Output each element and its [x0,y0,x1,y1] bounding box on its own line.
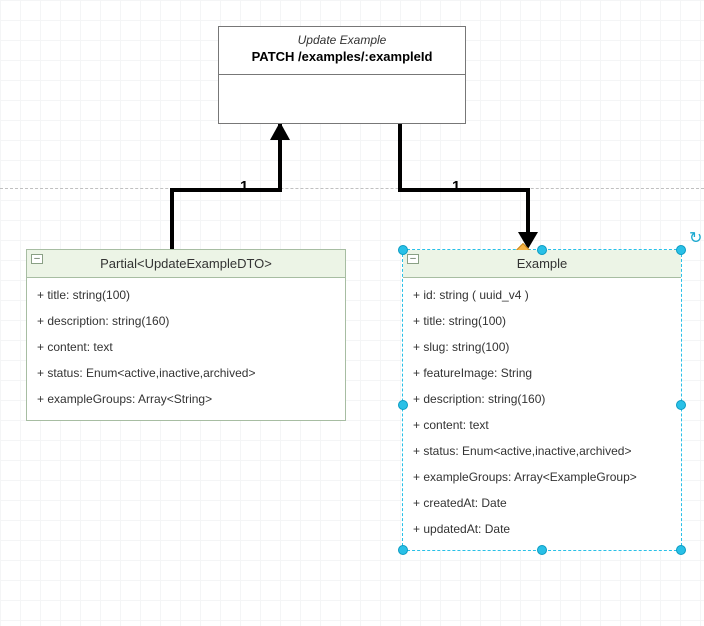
attr: + createdAt: Date [413,490,671,516]
resize-handle[interactable] [676,545,686,555]
class-dto-body: + title: string(100) + description: stri… [27,278,345,420]
usecase-name: PATCH /examples/:exampleId [223,49,461,64]
rotate-icon[interactable]: ↻ [689,232,703,246]
attr: + description: string(160) [37,308,335,334]
attr: + featureImage: String [413,360,671,386]
attr: + exampleGroups: Array<ExampleGroup> [413,464,671,490]
resize-handle[interactable] [398,400,408,410]
resize-handle[interactable] [676,400,686,410]
collapse-icon[interactable]: – [407,254,419,264]
resize-handle[interactable] [398,245,408,255]
resize-handle[interactable] [537,545,547,555]
attr: + title: string(100) [37,282,335,308]
resize-handle[interactable] [537,245,547,255]
class-example-title: Example [517,256,568,271]
attr: + description: string(160) [413,386,671,412]
collapse-icon[interactable]: – [31,254,43,264]
attr: + status: Enum<active,inactive,archived> [413,438,671,464]
attr: + updatedAt: Date [413,516,671,542]
resize-handle[interactable] [676,245,686,255]
class-dto-title: Partial<UpdateExampleDTO> [100,256,272,271]
resize-handle[interactable] [398,545,408,555]
attr: + content: text [37,334,335,360]
attr: + id: string ( uuid_v4 ) [413,282,671,308]
attr: + slug: string(100) [413,334,671,360]
usecase-stereotype: Update Example [223,33,461,47]
attr: + exampleGroups: Array<String> [37,386,335,412]
attr: + status: Enum<active,inactive,archived> [37,360,335,386]
diagram-canvas[interactable]: 1 1 Update Example PATCH /examples/:exam… [0,0,704,626]
usecase-separator [219,74,465,75]
attr: + title: string(100) [413,308,671,334]
multiplicity-left: 1 [240,178,248,195]
attr: + content: text [413,412,671,438]
class-example-body: + id: string ( uuid_v4 ) + title: string… [403,278,681,550]
class-example[interactable]: ↻ – Example + id: string ( uuid_v4 ) + t… [402,249,682,551]
usecase-box[interactable]: Update Example PATCH /examples/:exampleI… [218,26,466,124]
class-dto[interactable]: – Partial<UpdateExampleDTO> + title: str… [26,249,346,421]
multiplicity-right: 1 [452,178,460,195]
swimlane-divider [0,188,704,189]
